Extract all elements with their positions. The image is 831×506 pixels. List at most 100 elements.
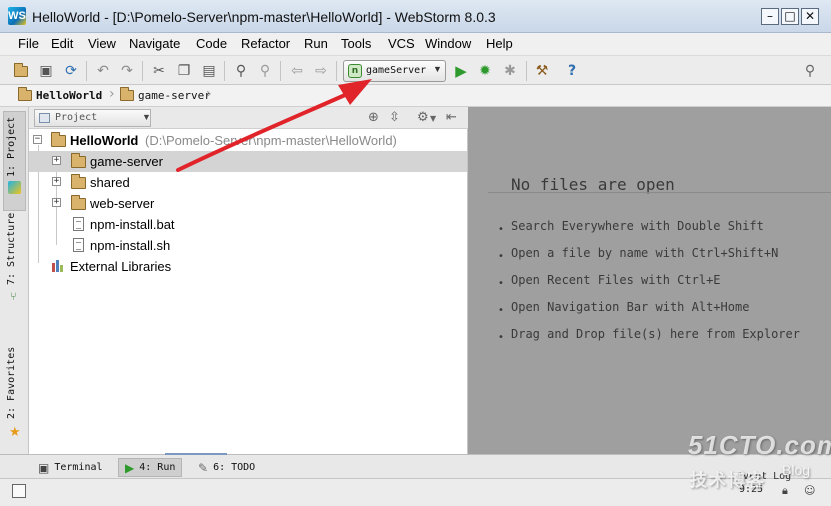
menu-bar: File Edit View Navigate Code Refactor Ru…	[0, 33, 831, 55]
cut-icon[interactable]: ✂	[150, 62, 168, 80]
todo-icon: ✎	[198, 460, 209, 475]
bullet-icon: •	[498, 332, 504, 343]
debug-icon[interactable]: ✹	[476, 62, 494, 80]
expand-icon[interactable]: +	[52, 156, 61, 165]
inspector-icon[interactable]: ☺︎	[804, 484, 815, 497]
breadcrumb-item-helloworld[interactable]: HelloWorld	[18, 85, 102, 106]
tree-row-root[interactable]: − HelloWorld (D:\Pomelo-Server\npm-maste…	[29, 130, 467, 151]
find-icon[interactable]: ⚲	[232, 62, 250, 80]
forward-icon[interactable]: ⇨	[312, 62, 330, 80]
tool-windows-toggle-icon[interactable]	[12, 484, 26, 498]
menu-window[interactable]: Window	[425, 36, 471, 51]
project-view-label: Project	[55, 112, 98, 123]
tree-row-web-server[interactable]: + web-server	[29, 193, 467, 214]
copy-icon[interactable]: ❐	[175, 62, 193, 80]
main-toolbar: ▣ ⟳ ↶ ↷ ✂ ❐ ▤ ⚲ ⚲ ⇦ ⇨ n gameServer ▼ ▶ ✹…	[0, 55, 831, 85]
hide-panel-icon[interactable]: ⇤	[446, 110, 457, 125]
undo-icon[interactable]: ↶	[94, 62, 112, 80]
divider	[488, 192, 831, 193]
expand-icon[interactable]: +	[52, 177, 61, 186]
webstorm-small-icon	[8, 181, 21, 194]
chevron-down-icon[interactable]: ▼	[430, 114, 436, 123]
file-icon	[73, 238, 84, 252]
breadcrumb-separator-icon: ›	[206, 86, 212, 102]
settings-icon[interactable]: ⚒	[533, 62, 551, 80]
menu-edit[interactable]: Edit	[51, 36, 73, 51]
menu-refactor[interactable]: Refactor	[241, 36, 290, 51]
tab-run[interactable]: ▶ 4: Run	[118, 458, 183, 477]
project-panel-header: Project ▼ ⊕ ⇳ ⚙ ▼ ⇤	[29, 107, 468, 129]
menu-vcs[interactable]: VCS	[388, 36, 415, 51]
menu-help[interactable]: Help	[486, 36, 513, 51]
tree-item-label: web-server	[90, 196, 155, 211]
run-icon: ▶	[125, 460, 135, 475]
favorites-tab-label[interactable]: 2: Favorites	[6, 347, 17, 419]
hint-open-file: Open a file by name with Ctrl+Shift+N	[511, 246, 779, 260]
tree-row-npm-install-sh[interactable]: npm-install.sh	[29, 235, 467, 256]
navigation-breadcrumb: HelloWorld › game-server ›	[0, 85, 831, 107]
menu-file[interactable]: File	[18, 36, 39, 51]
run-configuration-selector[interactable]: n gameServer ▼	[343, 60, 446, 82]
bullet-icon: •	[498, 224, 504, 235]
close-button[interactable]: ✕	[801, 8, 819, 25]
collapse-all-icon[interactable]: ⇳	[389, 110, 400, 125]
folder-icon	[71, 153, 86, 168]
tab-run-label: 4: Run	[139, 462, 176, 473]
tab-todo[interactable]: ✎ 6: TODO	[192, 458, 261, 477]
project-view-selector[interactable]: Project ▼	[34, 109, 151, 127]
structure-icon: ⑂	[10, 290, 17, 303]
expand-icon[interactable]: +	[52, 198, 61, 207]
back-icon[interactable]: ⇦	[288, 62, 306, 80]
tree-item-label: shared	[90, 175, 130, 190]
hint-recent-files: Open Recent Files with Ctrl+E	[511, 273, 721, 287]
menu-navigate[interactable]: Navigate	[129, 36, 180, 51]
redo-icon[interactable]: ↷	[118, 62, 136, 80]
left-tool-strip: 1: Project 7: Structure ⑂ 2: Favorites ★	[0, 107, 29, 454]
menu-run[interactable]: Run	[304, 36, 328, 51]
menu-code[interactable]: Code	[196, 36, 227, 51]
collapse-icon[interactable]: −	[33, 135, 42, 144]
folder-icon	[18, 87, 32, 101]
replace-icon[interactable]: ⚲	[256, 62, 274, 80]
tree-row-shared[interactable]: + shared	[29, 172, 467, 193]
scrollbar-thumb[interactable]	[165, 453, 227, 455]
breadcrumb-item-game-server[interactable]: game-server	[120, 85, 211, 106]
tree-row-game-server[interactable]: + game-server	[29, 151, 467, 172]
folder-icon	[71, 195, 86, 210]
tree-item-label: npm-install.sh	[90, 238, 171, 253]
open-icon[interactable]	[12, 62, 30, 80]
tab-todo-label: 6: TODO	[213, 462, 256, 473]
breadcrumb-label: HelloWorld	[36, 89, 103, 102]
coverage-icon[interactable]: ✱	[501, 62, 519, 80]
help-icon[interactable]: ?	[563, 62, 581, 80]
run-configuration-label: gameServer	[366, 65, 427, 76]
tree-row-external-libraries[interactable]: External Libraries	[29, 256, 467, 277]
menu-view[interactable]: View	[88, 36, 116, 51]
tree-row-npm-install-bat[interactable]: npm-install.bat	[29, 214, 467, 235]
chevron-down-icon: ▼	[142, 112, 151, 122]
project-view-icon	[39, 113, 50, 123]
search-everywhere-icon[interactable]: ⚲	[801, 62, 819, 80]
scroll-from-source-icon[interactable]: ⊕	[368, 110, 379, 125]
paste-icon[interactable]: ▤	[200, 62, 218, 80]
toolbar-separator	[224, 61, 225, 81]
sync-icon[interactable]: ⟳	[62, 62, 80, 80]
toolbar-separator	[526, 61, 527, 81]
menu-tools[interactable]: Tools	[341, 36, 371, 51]
project-tab-label[interactable]: 1: Project	[6, 117, 17, 177]
tree-item-label: game-server	[90, 154, 163, 169]
lock-icon[interactable]: 🔒︎	[782, 484, 788, 498]
breadcrumb-separator-icon: ›	[109, 86, 115, 102]
save-icon[interactable]: ▣	[37, 62, 55, 80]
structure-tab-label[interactable]: 7: Structure	[6, 213, 17, 285]
tab-terminal[interactable]: ▣ Terminal	[32, 458, 109, 477]
minimize-button[interactable]: –	[761, 8, 779, 25]
bullet-icon: •	[498, 251, 504, 262]
webstorm-logo-icon: WS	[8, 7, 26, 25]
watermark-tech-blog: 技术博客	[690, 471, 766, 491]
run-icon[interactable]: ▶	[452, 62, 470, 80]
maximize-button[interactable]: □	[781, 8, 799, 25]
tree-item-label: npm-install.bat	[90, 217, 175, 232]
editor-empty-area[interactable]: No files are open • Search Everywhere wi…	[468, 107, 831, 454]
gear-icon[interactable]: ⚙	[417, 110, 429, 125]
